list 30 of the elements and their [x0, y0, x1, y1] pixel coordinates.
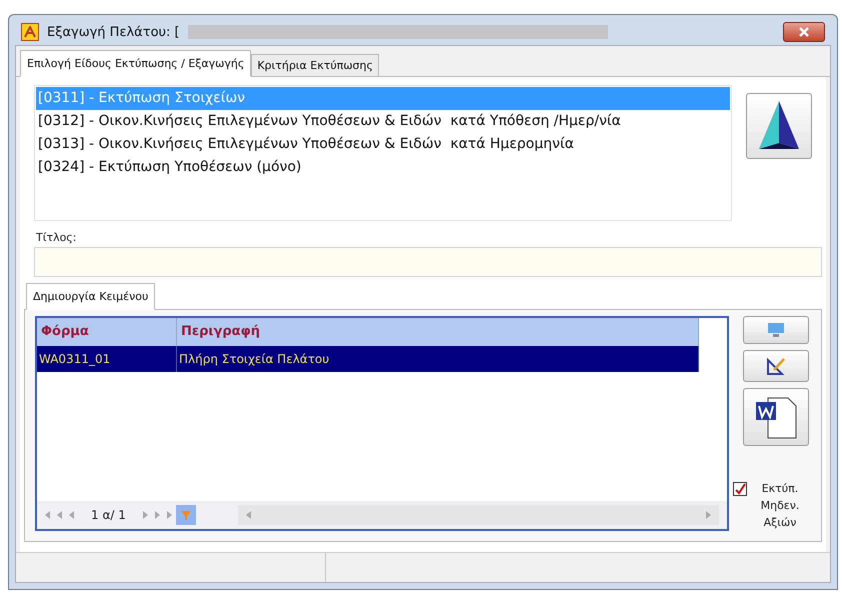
table-cell: WA0311_01: [37, 346, 177, 372]
left-first-icon: [43, 510, 53, 520]
report-item[interactable]: [0313] - Οικον.Κινήσεις Επιλεγμένων Υποθέσεων & Ειδών κατά Ημερομηνία: [36, 133, 730, 156]
tab[interactable]: Επιλογή Είδους Εκτύπωσης / Εξαγωγής: [20, 50, 252, 77]
checkbox-label: Εκτύπ. Μηδεν. Αξιών: [760, 481, 800, 531]
checkbox[interactable]: [733, 482, 747, 496]
app-logo-icon: [21, 23, 39, 41]
window-title: Εξαγωγή Πελάτου: [: [47, 24, 180, 40]
right-arrow-icon: [703, 510, 713, 520]
close-icon: [798, 27, 810, 37]
left-prev-icon: [67, 510, 77, 520]
title-label: Τίτλος:: [36, 231, 78, 244]
left-page-icon: [55, 510, 65, 520]
report-item[interactable]: [0324] - Εκτύπωση Υποθέσεων (μόνο): [36, 156, 730, 179]
tab[interactable]: Δημιουργία Κειμένου: [26, 283, 156, 310]
run-button[interactable]: [746, 93, 812, 159]
title-field[interactable]: [34, 247, 822, 277]
report-item[interactable]: [0312] - Οικον.Κινήσεις Επιλεγμένων Υποθέσεων & Ειδών κατά Υπόθεση /Ημερ/νία: [36, 110, 730, 133]
left-arrow-icon: [244, 510, 254, 520]
horizontal-scrollbar[interactable]: [238, 505, 719, 525]
ruler-pen-icon: [766, 356, 786, 376]
grid-row[interactable]: WA0311_01 Πλήρη Στοιχεία Πελάτου: [37, 346, 699, 372]
word-export-button[interactable]: [743, 388, 809, 446]
preview-button[interactable]: [743, 316, 809, 344]
page-counter: 1 α/ 1: [91, 508, 126, 522]
close-button[interactable]: [783, 22, 825, 42]
tab[interactable]: Κριτήρια Εκτύπωσης: [251, 54, 379, 77]
monitor-icon: [767, 322, 785, 338]
design-button[interactable]: [743, 350, 809, 382]
table-cell: Πλήρη Στοιχεία Πελάτου: [177, 346, 699, 372]
